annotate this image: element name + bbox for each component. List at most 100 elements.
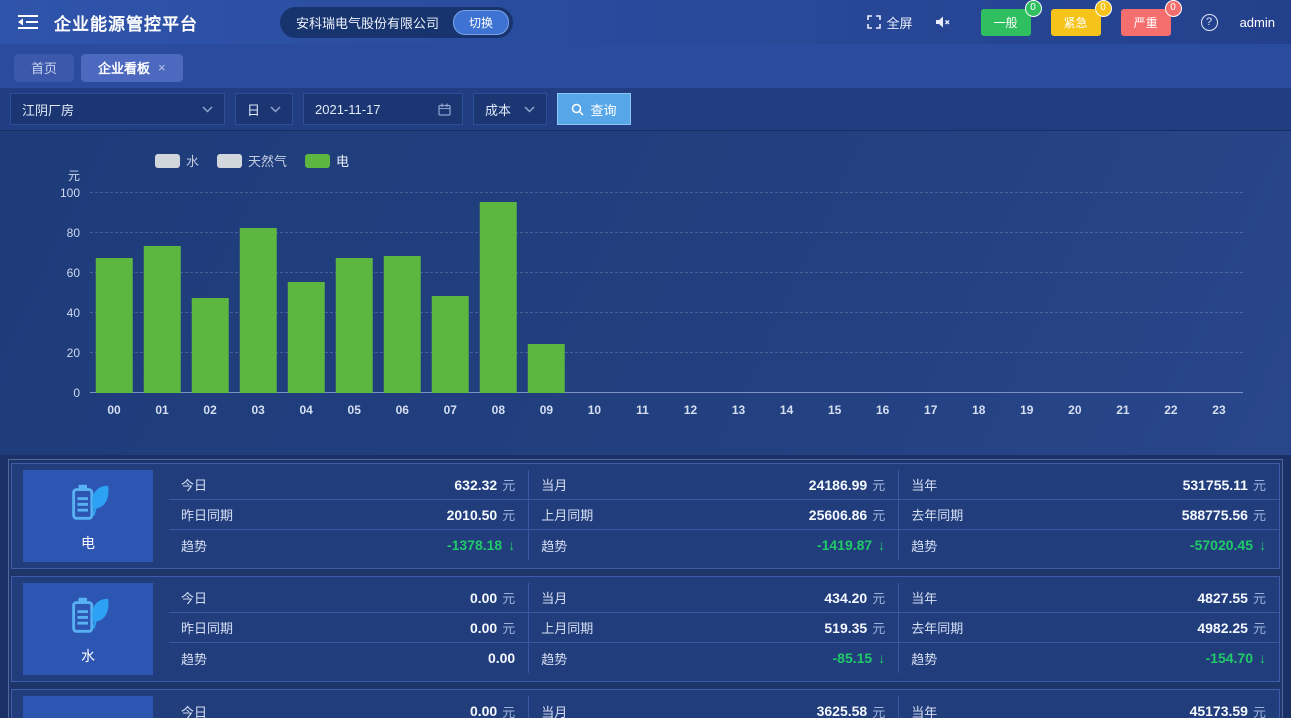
query-button[interactable]: 查询 xyxy=(557,93,631,125)
table-cell: 去年同期 4982.25元 xyxy=(898,613,1279,643)
chart-slot: 23 xyxy=(1195,193,1243,393)
cell-unit: 元 xyxy=(1253,702,1266,718)
alarm-count-badge: 0 xyxy=(1095,0,1112,17)
legend-item-天然气[interactable]: 天然气 xyxy=(217,151,287,170)
bar-00 xyxy=(96,258,133,393)
help-icon[interactable]: ? xyxy=(1201,14,1218,31)
y-axis-ticks: 020406080100 xyxy=(0,193,80,393)
cell-value: 45173.59 xyxy=(1190,703,1248,718)
chart-slot: 21 xyxy=(1099,193,1147,393)
cell-value-group: 519.35元 xyxy=(824,618,885,637)
table-cell: 上月同期519.35元 xyxy=(528,613,898,643)
period-select-value: 日 xyxy=(247,100,260,119)
cell-value-group: 24186.99元 xyxy=(809,475,885,494)
date-picker[interactable]: 2021-11-17 xyxy=(303,93,463,125)
chart-slot: 05 xyxy=(330,193,378,393)
chart-slot: 08 xyxy=(474,193,522,393)
legend-item-水[interactable]: 水 xyxy=(155,151,199,170)
menu-fold-icon[interactable] xyxy=(16,10,40,34)
table-cell: 当年45173.59元 xyxy=(898,696,1279,718)
trend-down-icon: ↓ xyxy=(1259,650,1266,666)
legend-item-电[interactable]: 电 xyxy=(305,151,349,170)
trend-down-icon: ↓ xyxy=(1259,537,1266,553)
cell-label: 去年同期 xyxy=(911,618,963,637)
tab-企业看板[interactable]: 企业看板 × xyxy=(81,54,183,82)
alarm-button-一般[interactable]: 一般0 xyxy=(981,9,1031,36)
filter-bar: 江阴厂房 日 2021-11-17 成本 查询 xyxy=(0,88,1291,131)
cell-value-group: 4982.25元 xyxy=(1197,618,1266,637)
cell-value-group: 588775.56元 xyxy=(1182,505,1266,524)
fullscreen-icon xyxy=(867,15,881,29)
trend-down-icon: ↓ xyxy=(878,650,885,666)
table-cell: 今日0.00元 xyxy=(169,696,528,718)
cell-unit: 元 xyxy=(502,618,515,637)
tab-close-icon[interactable]: × xyxy=(158,60,166,75)
alarm-button-label: 紧急 xyxy=(1064,16,1088,30)
period-select[interactable]: 日 xyxy=(235,93,293,125)
energy-block: 今日0.00元当月3625.58元当年45173.59元 xyxy=(11,689,1280,718)
header-right: 全屏 一般0紧急0严重0 ? admin xyxy=(867,9,1275,36)
cell-value: 519.35 xyxy=(824,620,867,636)
cell-value-group: -85.15↓ xyxy=(833,650,886,666)
cell-unit: 元 xyxy=(502,475,515,494)
cell-value-group: 3625.58元 xyxy=(817,702,886,718)
cell-label: 今日 xyxy=(181,702,207,718)
energy-block-水: 水今日0.00元当月434.20元当年4827.55元昨日同期0.00元上月同期… xyxy=(11,576,1280,682)
cell-value: 0.00 xyxy=(470,703,497,718)
metric-select[interactable]: 成本 xyxy=(473,93,547,125)
energy-cost-chart: 水天然气电 元 020406080100 0001020304050607080… xyxy=(0,131,1291,455)
chart-slot: 04 xyxy=(282,193,330,393)
table-cell: 当年4827.55元 xyxy=(898,583,1279,613)
y-tick-label: 60 xyxy=(0,266,80,280)
chevron-down-icon xyxy=(524,106,535,113)
table-cell: 上月同期25606.86元 xyxy=(528,500,898,530)
table-cell: 当月 434.20元 xyxy=(528,583,898,613)
cell-value-group: -154.70↓ xyxy=(1206,650,1266,666)
cell-label: 今日 xyxy=(181,588,207,607)
switch-company-button[interactable]: 切换 xyxy=(453,10,509,35)
energy-type-label: 水 xyxy=(81,646,95,666)
cell-label: 趋势 xyxy=(181,649,207,668)
bar-05 xyxy=(336,258,373,393)
table-cell: 当月3625.58元 xyxy=(528,696,898,718)
tab-bar: 首页 企业看板 × xyxy=(0,44,1291,88)
tab-label: 企业看板 xyxy=(98,58,150,77)
alarm-button-紧急[interactable]: 紧急0 xyxy=(1051,9,1101,36)
cell-value: 632.32 xyxy=(454,477,497,493)
bar-03 xyxy=(240,228,277,393)
chart-slot: 17 xyxy=(907,193,955,393)
energy-tables: 电今日632.32元当月24186.99元当年531755.11元昨日同期201… xyxy=(8,459,1283,718)
bar-01 xyxy=(144,246,181,393)
trend-down-icon: ↓ xyxy=(878,537,885,553)
chart-slot: 20 xyxy=(1051,193,1099,393)
cell-label: 上月同期 xyxy=(541,505,593,524)
cell-value: -57020.45 xyxy=(1190,537,1253,553)
cell-label: 昨日同期 xyxy=(181,505,233,524)
energy-icon-card: 水 xyxy=(23,583,153,675)
cell-unit: 元 xyxy=(872,475,885,494)
site-select[interactable]: 江阴厂房 xyxy=(10,93,225,125)
cell-value-group: 434.20元 xyxy=(824,588,885,607)
tab-首页[interactable]: 首页 xyxy=(14,54,74,82)
chart-slot: 19 xyxy=(1003,193,1051,393)
bar-04 xyxy=(288,282,325,393)
cell-label: 当月 xyxy=(541,588,567,607)
cell-label: 当年 xyxy=(911,475,937,494)
tab-label: 首页 xyxy=(31,58,57,77)
cell-label: 去年同期 xyxy=(911,505,963,524)
fullscreen-button[interactable]: 全屏 xyxy=(867,13,913,32)
cell-unit: 元 xyxy=(1253,588,1266,607)
energy-type-label: 电 xyxy=(81,533,95,553)
bar-07 xyxy=(432,296,469,393)
table-cell: 昨日同期2010.50元 xyxy=(169,500,528,530)
battery-leaf-icon xyxy=(65,479,111,530)
table-cell: 昨日同期0.00元 xyxy=(169,613,528,643)
bar-06 xyxy=(384,256,421,393)
mute-button[interactable] xyxy=(935,15,951,29)
company-name: 安科瑞电气股份有限公司 xyxy=(296,13,439,32)
cell-value-group: -1378.18↓ xyxy=(447,537,515,553)
alarm-button-严重[interactable]: 严重0 xyxy=(1121,9,1171,36)
cell-unit: 元 xyxy=(872,588,885,607)
table-cell: 趋势-1378.18↓ xyxy=(169,530,528,560)
energy-block-电: 电今日632.32元当月24186.99元当年531755.11元昨日同期201… xyxy=(11,463,1280,569)
